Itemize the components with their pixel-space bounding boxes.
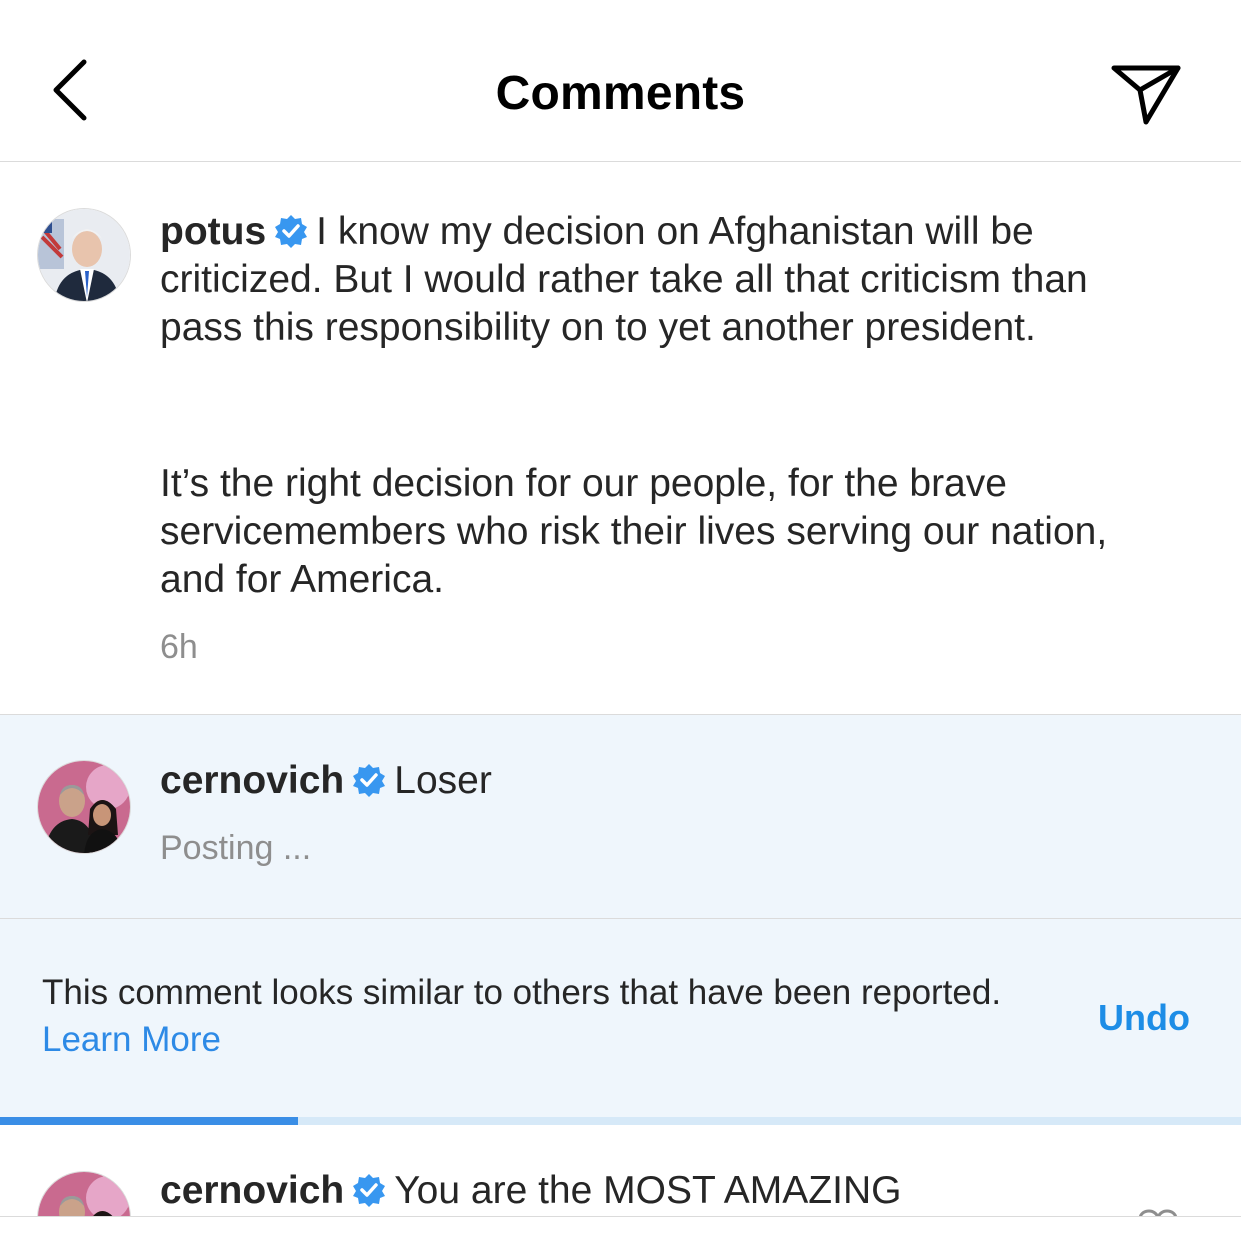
username[interactable]: cernovich bbox=[160, 759, 344, 802]
top-bar: Comments bbox=[0, 0, 1241, 162]
comment-row: cernovich You are the MOST AMAZING bbox=[0, 1125, 1241, 1217]
profile-photo-icon bbox=[38, 1172, 130, 1217]
moderation-notice: This comment looks similar to others tha… bbox=[0, 919, 1241, 1117]
username[interactable]: potus bbox=[160, 210, 266, 253]
post-caption: potus I know my decision on Afghanistan w… bbox=[0, 162, 1241, 715]
verified-badge-icon bbox=[353, 1174, 386, 1207]
notice-text: This comment looks similar to others tha… bbox=[42, 969, 1042, 1063]
username[interactable]: cernovich bbox=[160, 1169, 344, 1212]
notice-message: This comment looks similar to others tha… bbox=[42, 973, 1002, 1012]
profile-photo-icon bbox=[38, 761, 130, 853]
caption-paragraph-2: It’s the right decision for our people, … bbox=[160, 462, 1108, 601]
learn-more-link[interactable]: Learn More bbox=[42, 1020, 221, 1059]
comment-text: cernovich Loser bbox=[160, 757, 1160, 805]
avatar[interactable] bbox=[37, 208, 131, 302]
verified-badge-icon bbox=[353, 764, 386, 797]
verified-badge-icon bbox=[275, 215, 308, 248]
posting-status: Posting ... bbox=[160, 829, 312, 867]
comment-body: Loser bbox=[394, 759, 492, 802]
divider bbox=[0, 1216, 1241, 1217]
page-title: Comments bbox=[495, 67, 746, 120]
paper-plane-icon bbox=[1111, 65, 1181, 125]
caption-text: potus I know my decision on Afghanistan w… bbox=[160, 208, 1160, 352]
comment-text: cernovich You are the MOST AMAZING bbox=[160, 1167, 1160, 1215]
pending-comment: cernovich Loser Posting ... bbox=[0, 715, 1241, 919]
avatar[interactable] bbox=[37, 760, 131, 854]
avatar[interactable] bbox=[37, 1171, 131, 1217]
timestamp: 6h bbox=[160, 628, 198, 666]
profile-photo-icon bbox=[38, 209, 130, 301]
share-button[interactable] bbox=[1108, 60, 1184, 130]
undo-progress-bar bbox=[0, 1117, 1241, 1125]
comment-body: You are the MOST AMAZING bbox=[394, 1169, 902, 1212]
undo-button[interactable]: Undo bbox=[1098, 997, 1190, 1039]
undo-progress-fill bbox=[0, 1117, 298, 1125]
